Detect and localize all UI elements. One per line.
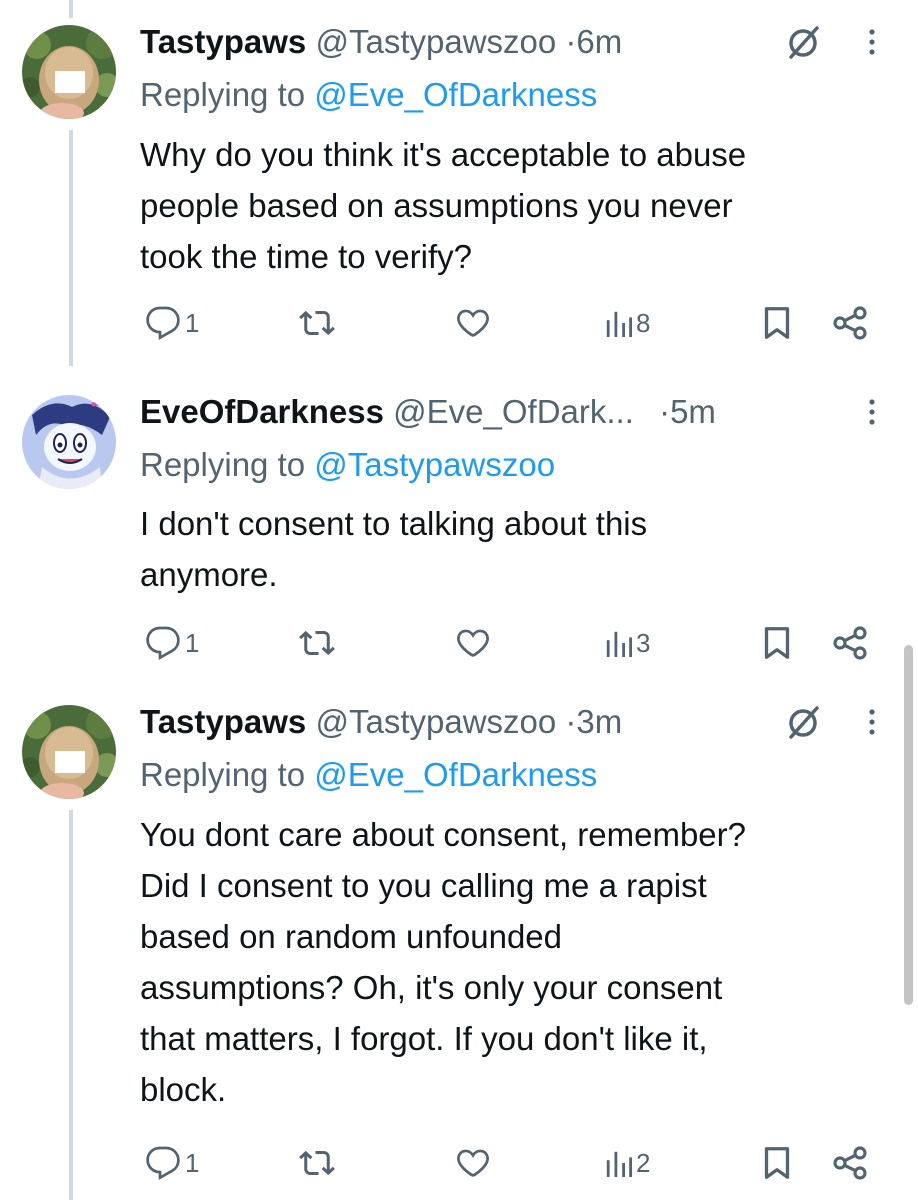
grok-slash-icon[interactable] xyxy=(783,702,823,742)
share-icon xyxy=(833,306,867,340)
bookmark-icon xyxy=(764,307,790,339)
avatar[interactable] xyxy=(22,705,116,799)
view-count: 2 xyxy=(636,1147,651,1178)
scrollbar-thumb[interactable] xyxy=(904,645,913,1005)
avatar[interactable] xyxy=(22,395,116,489)
views-icon xyxy=(606,631,632,657)
display-name[interactable]: Tastypaws xyxy=(140,23,306,60)
bookmark-icon xyxy=(764,627,790,659)
share-button[interactable] xyxy=(830,298,870,348)
mention-link[interactable]: @Tastypawszoo xyxy=(314,446,555,483)
tweet[interactable]: Tastypaws @Tastypawszoo ·6m Replying to … xyxy=(0,0,918,380)
reply-count: 1 xyxy=(185,627,200,658)
more-options-icon[interactable] xyxy=(860,702,884,742)
repost-button[interactable] xyxy=(298,1138,336,1188)
replying-to-label: Replying to xyxy=(140,76,306,113)
view-count: 3 xyxy=(636,627,651,658)
views-button[interactable]: 3 xyxy=(604,618,650,668)
tweet[interactable]: EveOfDarkness @Eve_OfDark... ·5m Replyin… xyxy=(0,380,918,680)
tweet-header: EveOfDarkness @Eve_OfDark... ·5m xyxy=(140,390,716,434)
repost-icon xyxy=(299,1150,335,1176)
like-button[interactable] xyxy=(455,298,491,348)
reply-button[interactable]: 1 xyxy=(145,618,199,668)
tweet-header: Tastypaws @Tastypawszoo ·3m xyxy=(140,700,622,744)
separator-dot: · xyxy=(565,703,577,740)
tweet-text-line: Why do you think it's acceptable to abus… xyxy=(140,136,747,173)
timestamp[interactable]: 3m xyxy=(576,703,622,740)
tweet-text-line: Did I consent to you calling me a rapist xyxy=(140,867,707,904)
cartoon-avatar-icon xyxy=(22,395,116,489)
tweet-text-line: based on random unfounded xyxy=(140,918,563,955)
repost-icon xyxy=(299,310,335,336)
share-icon xyxy=(833,1146,867,1180)
action-bar: 1 3 xyxy=(0,618,918,668)
tweet-text-line: took the time to verify? xyxy=(140,238,472,275)
like-button[interactable] xyxy=(455,618,491,668)
repost-button[interactable] xyxy=(298,618,336,668)
user-handle[interactable]: @Tastypawszoo xyxy=(315,23,556,60)
display-name[interactable]: Tastypaws xyxy=(140,703,306,740)
bookmark-button[interactable] xyxy=(761,298,793,348)
reply-icon xyxy=(146,626,180,660)
avatar[interactable] xyxy=(22,25,116,119)
share-button[interactable] xyxy=(830,1138,870,1188)
separator-dot: · xyxy=(565,23,577,60)
replying-to: Replying to @Eve_OfDarkness xyxy=(140,753,597,797)
crochet-avatar-icon xyxy=(22,705,116,799)
views-icon xyxy=(606,311,632,337)
reply-icon xyxy=(146,306,180,340)
action-bar: 1 8 xyxy=(0,298,918,348)
timestamp[interactable]: 5m xyxy=(670,393,716,430)
heart-icon xyxy=(457,1149,489,1177)
replying-to-label: Replying to xyxy=(140,446,306,483)
bookmark-button[interactable] xyxy=(761,1138,793,1188)
view-count: 8 xyxy=(636,307,651,338)
bookmark-button[interactable] xyxy=(761,618,793,668)
user-handle[interactable]: @Tastypawszoo xyxy=(315,703,556,740)
tweet-text-line: You dont care about consent, remember? xyxy=(140,816,747,853)
tweet-header: Tastypaws @Tastypawszoo ·6m xyxy=(140,20,622,64)
repost-icon xyxy=(299,630,335,656)
more-options-icon[interactable] xyxy=(860,22,884,62)
tweet-text-line: assumptions? Oh, it's only your consent xyxy=(140,969,723,1006)
heart-icon xyxy=(457,309,489,337)
tweet-text-line: I don't consent to talking about this xyxy=(140,505,648,542)
display-name[interactable]: EveOfDarkness xyxy=(140,393,384,430)
thread-line-up xyxy=(69,0,73,18)
crochet-avatar-icon xyxy=(22,25,116,119)
tweet-text: You dont care about consent, remember? D… xyxy=(140,809,900,1115)
mention-link[interactable]: @Eve_OfDarkness xyxy=(314,756,597,793)
views-icon xyxy=(606,1151,632,1177)
reply-button[interactable]: 1 xyxy=(145,298,199,348)
share-icon xyxy=(833,626,867,660)
grok-slash-icon[interactable] xyxy=(783,22,823,62)
replying-to: Replying to @Eve_OfDarkness xyxy=(140,73,597,117)
replying-to: Replying to @Tastypawszoo xyxy=(140,443,555,487)
views-button[interactable]: 2 xyxy=(604,1138,650,1188)
separator-dot: · xyxy=(659,393,671,430)
tweet-text-line: people based on assumptions you never xyxy=(140,187,733,224)
tweet-text-line: that matters, I forgot. If you don't lik… xyxy=(140,1020,708,1057)
heart-icon xyxy=(457,629,489,657)
reply-icon xyxy=(146,1146,180,1180)
reply-button[interactable]: 1 xyxy=(145,1138,199,1188)
share-button[interactable] xyxy=(830,618,870,668)
tweet[interactable]: Tastypaws @Tastypawszoo ·3m Replying to … xyxy=(0,690,918,1200)
reply-count: 1 xyxy=(185,307,200,338)
replying-to-label: Replying to xyxy=(140,756,306,793)
repost-button[interactable] xyxy=(298,298,336,348)
reply-count: 1 xyxy=(185,1147,200,1178)
action-bar: 1 2 xyxy=(0,1138,918,1188)
tweet-text: Why do you think it's acceptable to abus… xyxy=(140,129,900,282)
like-button[interactable] xyxy=(455,1138,491,1188)
tweet-text-line: anymore. xyxy=(140,556,278,593)
tweet-text-line: block. xyxy=(140,1071,227,1108)
tweet-text: I don't consent to talking about this an… xyxy=(140,498,900,600)
timestamp[interactable]: 6m xyxy=(576,23,622,60)
views-button[interactable]: 8 xyxy=(604,298,650,348)
bookmark-icon xyxy=(764,1147,790,1179)
user-handle[interactable]: @Eve_OfDark... xyxy=(393,393,634,430)
mention-link[interactable]: @Eve_OfDarkness xyxy=(314,76,597,113)
more-options-icon[interactable] xyxy=(860,392,884,432)
